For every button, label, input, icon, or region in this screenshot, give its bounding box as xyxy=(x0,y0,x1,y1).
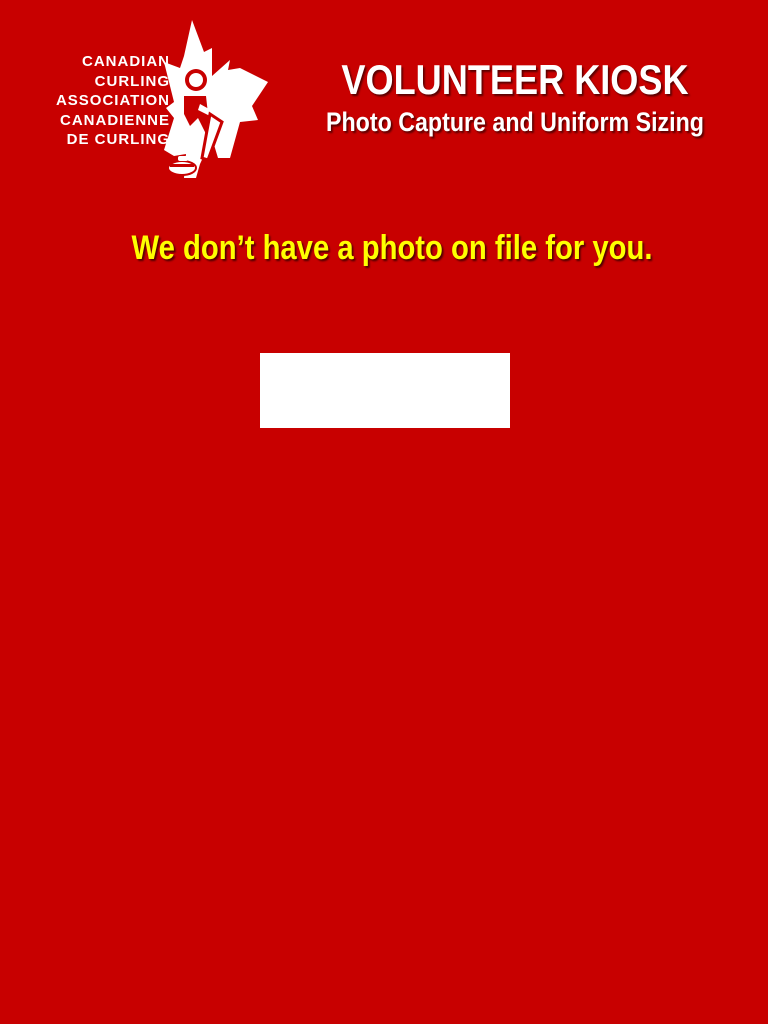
logo-line-2: CURLING xyxy=(94,72,170,90)
take-photo-button[interactable] xyxy=(260,353,510,428)
logo-line-1: CANADIAN xyxy=(82,53,170,70)
kiosk-title: VOLUNTEER KIOSK xyxy=(341,56,689,103)
logo-line-5: DE CURLING xyxy=(66,131,170,149)
association-logo: CANADIAN CURLING ASSOCIATION CANADIENNE … xyxy=(14,18,274,180)
no-photo-message: We don’t have a photo on file for you. xyxy=(131,229,653,267)
logo-line-4: CANADIENNE xyxy=(59,111,170,129)
maple-leaf-curler-icon xyxy=(164,20,268,178)
kiosk-subtitle: Photo Capture and Uniform Sizing xyxy=(326,107,704,137)
logo-wordmark: CANADIAN CURLING ASSOCIATION CANADIENNE … xyxy=(14,52,170,150)
logo-line-3: ASSOCIATION xyxy=(55,92,170,110)
